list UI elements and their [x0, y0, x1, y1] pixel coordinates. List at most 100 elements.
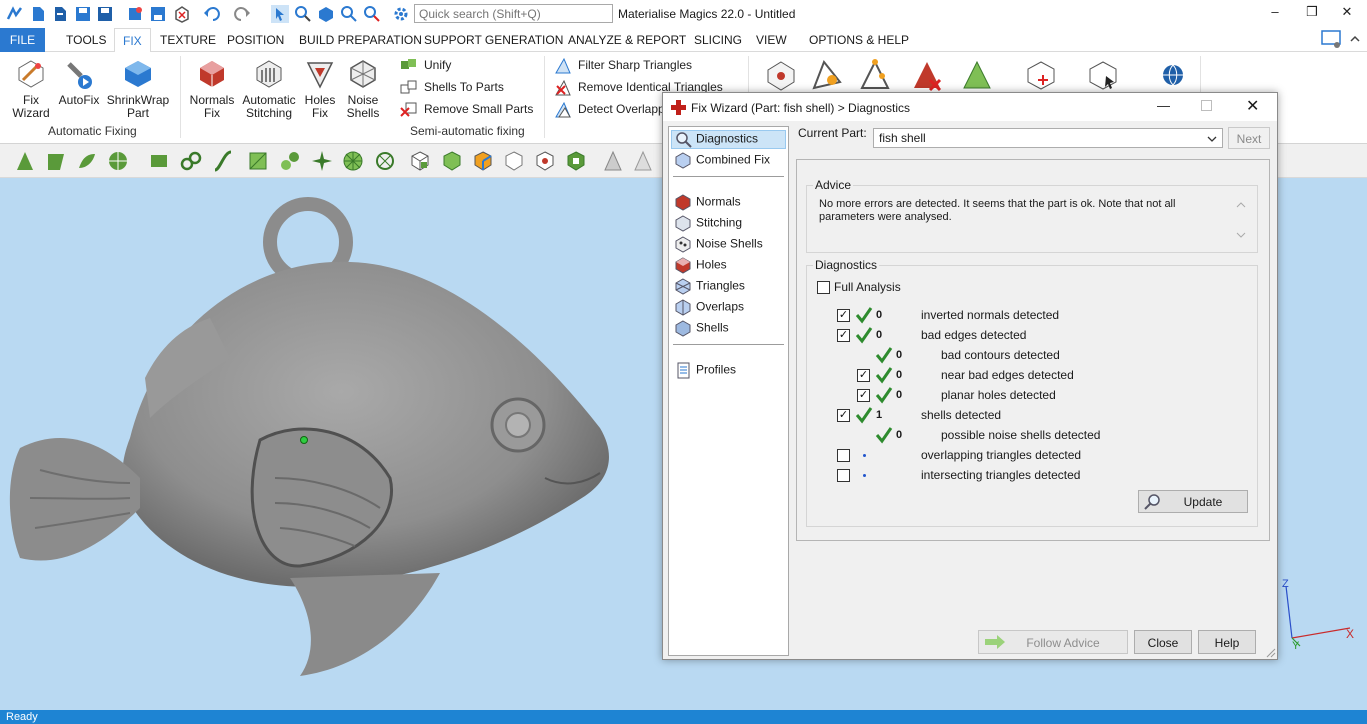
part-select-icon[interactable]	[1086, 58, 1120, 92]
mark-star-icon[interactable]	[311, 150, 333, 172]
dialog-maximize-button[interactable]	[1201, 100, 1212, 111]
dialog-title-bar[interactable]: Fix Wizard (Part: fish shell) > Diagnost…	[663, 93, 1277, 121]
zoom-window-icon[interactable]	[294, 5, 312, 23]
triangle-edit-icon[interactable]	[764, 58, 798, 92]
quick-search-input[interactable]	[414, 4, 613, 23]
mark-triangles-icon[interactable]	[960, 58, 994, 92]
diagnostic-checkbox[interactable]	[837, 449, 850, 462]
mark-contour-icon[interactable]	[180, 150, 202, 172]
autofix-button[interactable]: AutoFix	[56, 58, 102, 107]
split-triangle-icon[interactable]	[858, 58, 892, 92]
advice-scrollbar[interactable]	[1235, 200, 1247, 240]
shrink-marking-icon[interactable]	[602, 150, 624, 172]
mark-plane-icon[interactable]	[45, 150, 67, 172]
diagnostic-checkbox[interactable]	[837, 469, 850, 482]
nav-holes[interactable]: Holes	[675, 257, 727, 274]
resize-grip-icon[interactable]	[1266, 648, 1276, 658]
menu-analyze-report[interactable]: ANALYZE & REPORT	[568, 33, 686, 47]
menu-fix[interactable]: FIX	[114, 28, 151, 53]
ribbon-settings-icon[interactable]	[1320, 28, 1344, 50]
fix-wizard-button[interactable]: Fix Wizard	[8, 58, 54, 120]
restore-button[interactable]: ❒	[1297, 4, 1327, 22]
web-globe-icon[interactable]	[1160, 62, 1186, 88]
diagnostic-checkbox[interactable]: ✓	[837, 309, 850, 322]
help-button[interactable]: Help	[1198, 630, 1256, 654]
full-analysis-checkbox[interactable]	[817, 281, 830, 294]
undo-icon[interactable]	[203, 5, 221, 23]
view-cube-icon[interactable]	[317, 5, 335, 23]
zoom-icon[interactable]	[340, 5, 358, 23]
save-part-icon[interactable]	[149, 5, 167, 23]
select-mode-icon[interactable]	[271, 5, 289, 23]
magics-logo-icon[interactable]	[6, 5, 24, 23]
diagnostic-checkbox[interactable]: ✓	[857, 389, 870, 402]
current-part-select[interactable]: fish shell	[873, 128, 1223, 148]
nav-combined-fix[interactable]: Combined Fix	[675, 152, 770, 169]
shrinkwrap-part-button[interactable]: ShrinkWrap Part	[106, 58, 170, 120]
part-cube-icon[interactable]	[1024, 58, 1058, 92]
settings-gear-icon[interactable]	[392, 5, 410, 23]
save-as-icon[interactable]	[96, 5, 114, 23]
close-button[interactable]: Close	[1134, 630, 1192, 654]
menu-options-help[interactable]: OPTIONS & HELP	[809, 33, 909, 47]
menu-position[interactable]: POSITION	[227, 33, 284, 47]
mark-all-icon[interactable]	[441, 150, 463, 172]
unify-button[interactable]: Unify	[400, 58, 451, 74]
next-button[interactable]: Next	[1228, 127, 1270, 149]
delete-triangle-icon[interactable]	[910, 58, 944, 92]
mark-shell-icon[interactable]	[107, 150, 129, 172]
holes-fix-button[interactable]: Holes Fix	[300, 58, 340, 120]
mark-connected-icon[interactable]	[279, 150, 301, 172]
menu-view[interactable]: VIEW	[756, 33, 787, 47]
menu-support-generation[interactable]: SUPPORT GENERATION	[424, 33, 563, 47]
filter-sharp-triangles-button[interactable]: Filter Sharp Triangles	[554, 58, 692, 74]
menu-file[interactable]: FILE	[0, 28, 45, 52]
dialog-minimize-button[interactable]: —	[1157, 98, 1170, 113]
unmark-all-icon[interactable]	[503, 150, 525, 172]
menu-build-preparation[interactable]: BUILD PREPARATION	[299, 33, 422, 47]
remove-small-parts-button[interactable]: Remove Small Parts	[400, 102, 533, 118]
mark-loop-icon[interactable]	[374, 150, 396, 172]
nav-triangles[interactable]: Triangles	[675, 278, 745, 295]
nav-normals[interactable]: Normals	[675, 194, 741, 211]
nav-overlaps[interactable]: Overlaps	[675, 299, 744, 316]
zoom-out-icon[interactable]	[363, 5, 381, 23]
diagnostic-checkbox[interactable]: ✓	[837, 409, 850, 422]
mark-window-icon[interactable]	[148, 150, 170, 172]
automatic-stitching-button[interactable]: Automatic Stitching	[240, 58, 298, 120]
redo-icon[interactable]	[233, 5, 251, 23]
diagnostic-checkbox[interactable]: ✓	[837, 329, 850, 342]
update-button[interactable]: Update	[1138, 490, 1248, 513]
nav-diagnostics[interactable]: Diagnostics	[675, 131, 758, 148]
nav-shells[interactable]: Shells	[675, 320, 729, 337]
menu-slicing[interactable]: SLICING	[694, 33, 742, 47]
save-icon[interactable]	[74, 5, 92, 23]
mark-surface-icon[interactable]	[76, 150, 98, 172]
mark-curve-icon[interactable]	[212, 150, 234, 172]
nav-stitching[interactable]: Stitching	[675, 215, 742, 232]
normals-fix-button[interactable]: Normals Fix	[188, 58, 236, 120]
shells-to-parts-button[interactable]: Shells To Parts	[400, 80, 504, 96]
unload-part-icon[interactable]	[173, 5, 191, 23]
dialog-close-icon[interactable]: ✕	[1246, 96, 1259, 116]
extend-marking-icon[interactable]	[565, 150, 587, 172]
follow-advice-button[interactable]: Follow Advice	[978, 630, 1128, 654]
mark-more-icon[interactable]	[632, 150, 654, 172]
minimize-button[interactable]: –	[1260, 4, 1290, 22]
mark-part-icon[interactable]	[409, 150, 431, 172]
open-file-icon[interactable]	[51, 5, 69, 23]
collapse-ribbon-icon[interactable]	[1348, 32, 1362, 46]
noise-shells-button[interactable]: Noise Shells	[342, 58, 384, 120]
nav-profiles[interactable]: Profiles	[675, 362, 736, 379]
import-part-icon[interactable]	[126, 5, 144, 23]
invert-marking-icon[interactable]	[472, 150, 494, 172]
close-window-button[interactable]: ✕	[1332, 4, 1362, 22]
diagnostic-checkbox[interactable]: ✓	[857, 369, 870, 382]
menu-texture[interactable]: TEXTURE	[160, 33, 216, 47]
create-triangle-icon[interactable]	[810, 58, 844, 92]
fish-model-image[interactable]	[0, 178, 640, 710]
nav-noise-shells[interactable]: Noise Shells	[675, 236, 763, 253]
new-file-icon[interactable]	[29, 5, 47, 23]
mark-shells-icon[interactable]	[534, 150, 556, 172]
mark-grid-icon[interactable]	[247, 150, 269, 172]
